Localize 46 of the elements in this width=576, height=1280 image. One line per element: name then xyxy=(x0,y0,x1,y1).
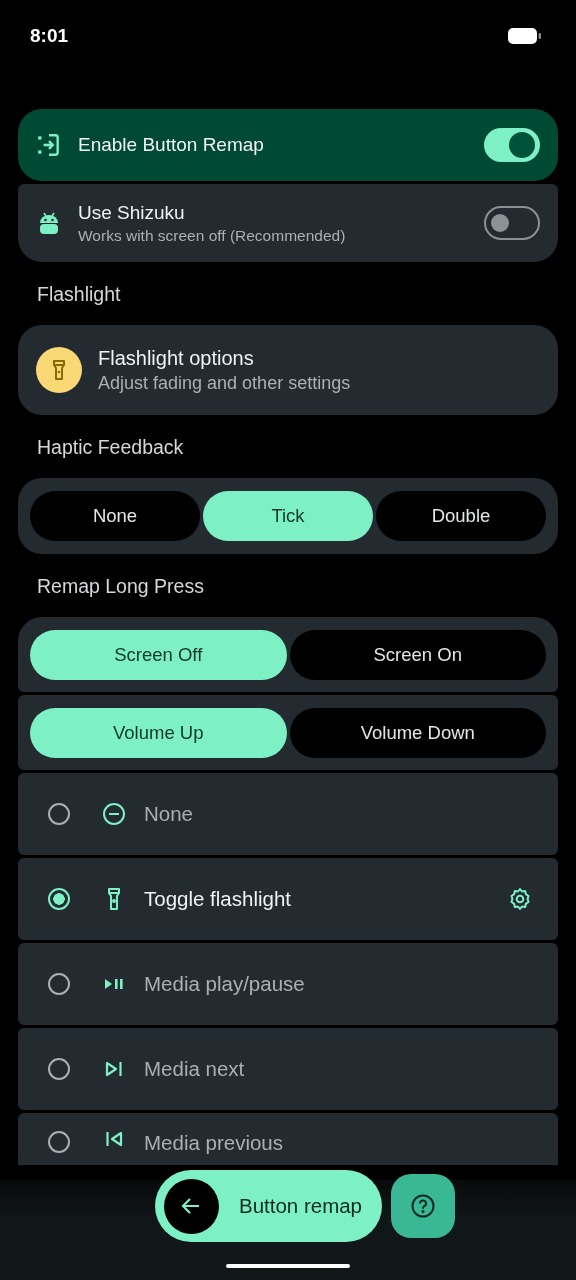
volume-key-option[interactable]: Volume Up xyxy=(30,707,287,758)
action-row[interactable]: Media next xyxy=(18,1028,558,1110)
shizuku-description: Works with screen off (Recommended) xyxy=(78,226,347,245)
screen-state-option[interactable]: Screen Off xyxy=(30,629,287,680)
action-label: Media previous xyxy=(144,1131,284,1155)
android-robot-icon xyxy=(38,210,60,236)
back-button[interactable] xyxy=(163,1178,219,1234)
page-title: Button remap xyxy=(238,1194,364,1218)
login-arrow-icon xyxy=(36,132,62,158)
action-label: Media play/pause xyxy=(144,972,306,996)
action-row[interactable]: Toggle flashlight xyxy=(18,858,558,940)
settings-icon[interactable] xyxy=(508,887,532,911)
action-label: None xyxy=(144,802,194,826)
help-icon xyxy=(410,1193,437,1219)
minus-circle-icon xyxy=(102,802,126,826)
action-row[interactable]: None xyxy=(18,773,558,855)
radio-button[interactable] xyxy=(48,1058,70,1080)
action-row[interactable]: Media play/pause xyxy=(18,943,558,1025)
shizuku-label: Use Shizuku xyxy=(78,201,186,224)
section-heading: Remap Long Press xyxy=(36,574,205,599)
toggle-switch[interactable] xyxy=(484,206,540,240)
flashlight-options-card[interactable]: Flashlight options Adjust fading and other settings xyxy=(18,325,558,415)
radio-button[interactable] xyxy=(48,973,70,995)
enable-remap-label: Enable Button Remap xyxy=(78,134,265,156)
play-pause-icon xyxy=(102,978,126,990)
shizuku-card[interactable]: Use Shizuku Works with screen off (Recommended) xyxy=(18,184,558,262)
screen-state-option[interactable]: Screen On xyxy=(289,629,546,680)
flashlight-icon xyxy=(36,347,82,393)
action-label: Media next xyxy=(144,1057,246,1081)
flashlight-options-title: Flashlight options xyxy=(98,346,255,370)
action-label: Toggle flashlight xyxy=(144,887,292,911)
radio-button[interactable] xyxy=(48,1131,70,1153)
battery-icon xyxy=(508,27,542,45)
action-row[interactable]: Media previous xyxy=(18,1113,558,1165)
flashlight-options-subtitle: Adjust fading and other settings xyxy=(98,372,352,394)
haptic-option[interactable]: Tick xyxy=(203,491,373,541)
volume-key-option[interactable]: Volume Down xyxy=(289,707,546,758)
radio-button[interactable] xyxy=(48,803,70,825)
help-button[interactable] xyxy=(391,1174,456,1238)
status-time: 8:01 xyxy=(30,25,69,47)
haptic-option[interactable]: None xyxy=(30,491,200,541)
haptic-option[interactable]: Double xyxy=(376,491,546,541)
section-heading: Haptic Feedback xyxy=(36,435,185,460)
enable-remap-card[interactable]: Enable Button Remap xyxy=(18,109,558,181)
radio-button[interactable] xyxy=(48,888,70,910)
section-heading: Flashlight xyxy=(36,282,122,307)
